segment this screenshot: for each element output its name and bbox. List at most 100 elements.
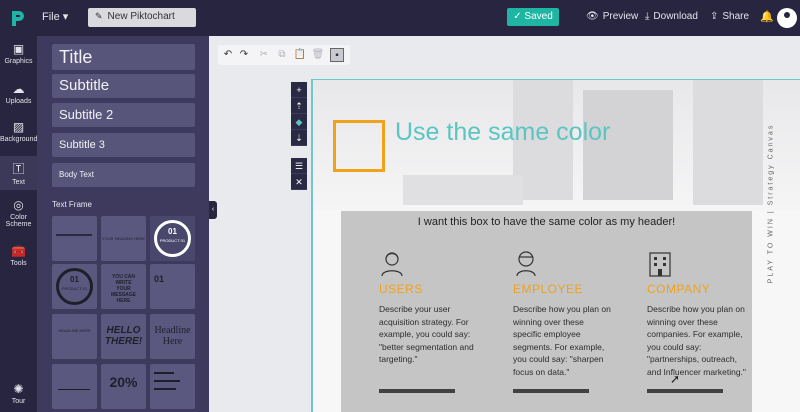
text-frame-7[interactable]: HEADLINE HERE	[52, 314, 97, 359]
frame-text: Here	[162, 336, 183, 347]
body-text-style-button[interactable]: Body Text	[52, 163, 195, 187]
text-frame-10[interactable]	[52, 364, 97, 409]
header-title[interactable]: Use the same color	[395, 118, 610, 147]
rail-label: Tools	[10, 260, 27, 267]
column-bar	[647, 389, 723, 393]
check-icon: ✓	[513, 11, 525, 22]
graphics-icon: ▣	[12, 42, 25, 56]
frame-text: 01	[168, 227, 177, 236]
file-menu[interactable]: File ▾	[42, 10, 68, 23]
saved-label: Saved	[524, 11, 553, 22]
subtitle2-style-button[interactable]: Subtitle 2	[52, 103, 195, 127]
frame-text: HEADLINE HERE	[58, 328, 91, 333]
column-title[interactable]: EMPLOYEE	[513, 282, 583, 296]
text-frame-12[interactable]	[150, 364, 195, 409]
employee-icon[interactable]	[513, 249, 539, 277]
rail-label: Color Scheme	[5, 214, 32, 228]
frame-text: PRODUCT 01	[61, 286, 88, 291]
text-frame-6[interactable]: 01	[150, 264, 195, 309]
subtitle-style-button[interactable]: Subtitle	[52, 74, 195, 98]
pencil-icon: ✎	[95, 11, 103, 21]
frame-text: 01	[154, 274, 165, 284]
text-frame-5[interactable]: YOU CAN WRITE YOUR MESSAGE HERE	[101, 264, 146, 309]
close-icon[interactable]: ✕	[291, 174, 307, 190]
rail-item-tour[interactable]: ✺ Tour	[0, 382, 37, 410]
building-icon[interactable]	[647, 249, 673, 277]
share-icon: ⇪	[710, 11, 719, 22]
mouse-cursor-icon: ➚	[670, 372, 681, 386]
column-title[interactable]: USERS	[379, 282, 423, 296]
delete-icon[interactable]: 🗑	[311, 48, 325, 62]
saved-button[interactable]: ✓ Saved	[507, 8, 559, 26]
preview-button[interactable]: 👁 Preview	[586, 11, 638, 22]
text-icon: 🅃	[12, 162, 25, 176]
infographic-canvas[interactable]: Use the same color PLAY TO WIN | Strateg…	[311, 79, 800, 412]
undo-icon[interactable]: ↶	[221, 48, 235, 62]
text-frame-1[interactable]	[52, 216, 97, 261]
add-block-icon[interactable]: +	[291, 82, 307, 98]
text-frame-3[interactable]: 01 PRODUCT 01	[150, 216, 195, 261]
title-style-button[interactable]: Title	[52, 44, 195, 70]
text-frame-2[interactable]: YOUR HEADING HERE	[101, 216, 146, 261]
text-panel: Title Subtitle Subtitle 2 Subtitle 3 Bod…	[37, 36, 209, 412]
color-icon[interactable]: ◆	[291, 114, 307, 130]
collapse-panel-button[interactable]: ‹	[209, 201, 217, 219]
copy-icon[interactable]: ⧉	[275, 48, 289, 62]
document-title-field[interactable]: ✎ New Piktochart	[88, 8, 196, 27]
frame-text: YOUR HEADING HERE	[101, 236, 146, 241]
column-title[interactable]: COMPANY	[647, 282, 710, 296]
text-frame-9[interactable]: Headline Here	[150, 314, 195, 359]
download-button[interactable]: ⤓ Download	[645, 11, 698, 22]
subtitle3-style-button[interactable]: Subtitle 3	[52, 133, 195, 157]
palette-icon: ◎	[13, 198, 24, 212]
text-frame-11[interactable]: 20%	[101, 364, 146, 409]
avatar[interactable]	[777, 8, 797, 28]
box-header-text[interactable]: I want this box to have the same color a…	[341, 216, 752, 228]
rail-label: Tour	[11, 398, 26, 405]
cut-icon[interactable]: ✂	[257, 48, 271, 62]
rail-item-graphics[interactable]: ▣ Graphics	[0, 42, 37, 76]
left-rail: ▣ Graphics ☁ Uploads ▨ Background 🅃 Text ◎ Co…	[0, 36, 37, 412]
column-bar	[513, 389, 589, 393]
text-frame-8[interactable]: HELLO THERE!	[101, 314, 146, 359]
document-title-text: New Piktochart	[107, 11, 175, 22]
column-text[interactable]: Describe how you plan on winning over th…	[513, 303, 613, 378]
piktochart-logo-icon[interactable]	[8, 8, 28, 28]
bell-icon[interactable]: 🔔	[760, 10, 774, 23]
frame-text: Headline	[154, 325, 191, 336]
upload-icon: ☁	[12, 82, 25, 96]
column-bar	[379, 389, 455, 393]
column-text[interactable]: Describe how you plan on winning over th…	[647, 303, 747, 378]
rail-label: Uploads	[5, 98, 32, 105]
paste-icon[interactable]: 📋	[293, 48, 307, 62]
side-vertical-text[interactable]: PLAY TO WIN | Strategy Canvas	[766, 102, 776, 312]
download-label: Download	[653, 11, 698, 22]
move-down-icon[interactable]: ⇣	[291, 130, 307, 146]
frame-text: YOU CAN WRITE YOUR MESSAGE HERE	[111, 274, 137, 304]
share-label: Share	[722, 11, 750, 22]
rail-item-background[interactable]: ▨ Background	[0, 120, 37, 154]
text-frame-4[interactable]: 01 PRODUCT 01	[52, 264, 97, 309]
rail-label: Graphics	[4, 58, 33, 65]
top-bar: File ▾ ✎ New Piktochart ✓ Saved 👁 Preview …	[0, 0, 800, 36]
background-icon: ▨	[12, 120, 25, 134]
preview-label: Preview	[602, 11, 639, 22]
user-icon[interactable]	[379, 249, 405, 277]
content-box[interactable]: I want this box to have the same color a…	[341, 211, 752, 412]
rail-item-color-scheme[interactable]: ◎ Color Scheme	[0, 198, 37, 234]
share-button[interactable]: ⇪ Share	[710, 11, 749, 22]
select-icon[interactable]: ▪	[330, 48, 344, 62]
block-mini-toolbar: + ⇡ ◆ ⇣	[291, 82, 307, 146]
rail-item-tools[interactable]: 🧰 Tools	[0, 244, 37, 274]
redo-icon[interactable]: ↷	[237, 48, 251, 62]
frame-line	[56, 234, 92, 236]
duplicate-block-icon[interactable]: ☰	[291, 158, 307, 174]
rail-item-uploads[interactable]: ☁ Uploads	[0, 82, 37, 116]
rail-item-text[interactable]: 🅃 Text	[0, 156, 37, 190]
move-up-icon[interactable]: ⇡	[291, 98, 307, 114]
rail-label: Text	[12, 179, 25, 186]
header-square-shape[interactable]	[333, 120, 385, 172]
rail-label: Background	[0, 136, 38, 143]
frame-text: 01	[70, 275, 79, 284]
column-text[interactable]: Describe your user acquisition strategy.…	[379, 303, 479, 366]
